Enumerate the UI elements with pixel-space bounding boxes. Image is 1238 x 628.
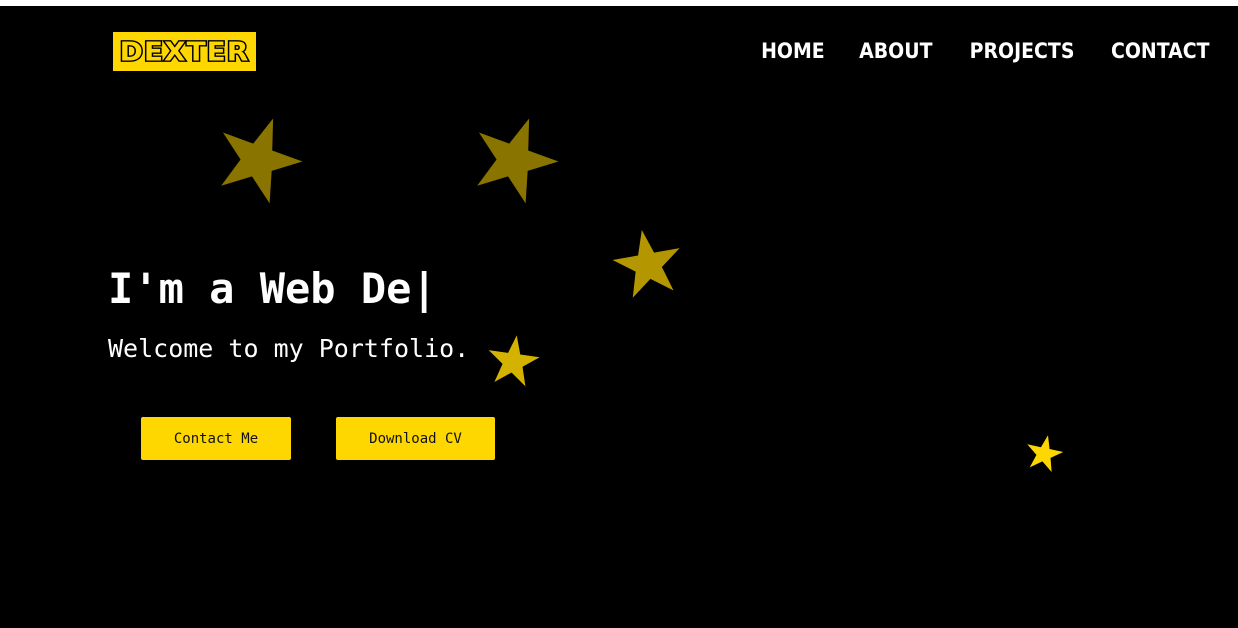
contact-me-button[interactable]: Contact Me (141, 417, 291, 460)
typed-text: I'm a Web De (108, 264, 412, 313)
star-icon (612, 230, 680, 298)
star-icon (1027, 435, 1064, 472)
typing-cursor: | (411, 264, 437, 313)
logo[interactable]: DEXTER (113, 32, 256, 71)
star-icon (488, 335, 540, 387)
hero-section: DEXTER HOME ABOUT PROJECTS CONTACT I'm a… (0, 6, 1238, 628)
main-nav: HOME ABOUT PROJECTS CONTACT (728, 39, 1210, 63)
nav-home[interactable]: HOME (761, 39, 825, 63)
star-icon (221, 118, 303, 204)
hero-title: I'm a Web De| (108, 264, 437, 313)
download-cv-button[interactable]: Download CV (336, 417, 495, 460)
hero-subtitle: Welcome to my Portfolio. (108, 334, 470, 363)
logo-text: DEXTER (118, 35, 250, 67)
star-icon (477, 118, 559, 204)
nav-contact[interactable]: CONTACT (1111, 39, 1210, 63)
nav-about[interactable]: ABOUT (859, 39, 932, 63)
nav-projects[interactable]: PROJECTS (970, 39, 1075, 63)
